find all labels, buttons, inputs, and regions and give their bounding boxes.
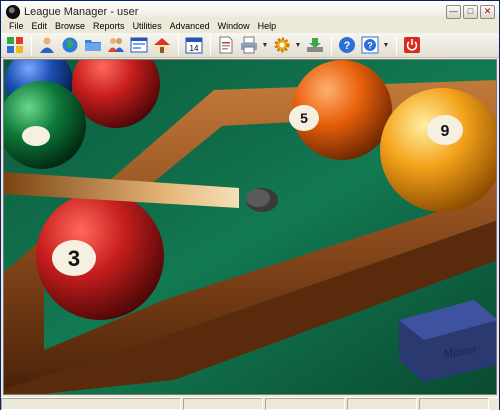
help-icon: ?: [339, 37, 355, 53]
gear-icon: [274, 37, 290, 53]
status-panel: [1, 398, 181, 410]
printer-dropdown-arrow[interactable]: ▼: [261, 34, 269, 56]
toolbar-download-button[interactable]: [304, 34, 326, 56]
toolbar-people-button[interactable]: [105, 34, 127, 56]
toolbar-home-button[interactable]: [151, 34, 173, 56]
gear-dropdown-arrow[interactable]: ▼: [294, 34, 302, 56]
status-panel: [347, 398, 417, 410]
toolbar-folder-button[interactable]: [82, 34, 104, 56]
toolbar-separator: [210, 35, 211, 55]
home-icon: [154, 38, 170, 53]
minimize-icon: —: [449, 6, 458, 16]
menu-edit[interactable]: Edit: [28, 21, 52, 31]
ball-number-5: 5: [300, 110, 308, 126]
toolbar-help-context-button[interactable]: ?: [359, 34, 381, 56]
report-icon: [219, 36, 233, 54]
status-panel: [183, 398, 263, 410]
svg-text:?: ?: [367, 41, 373, 51]
toolbar-report-button[interactable]: [215, 34, 237, 56]
person-icon: [40, 37, 54, 53]
menu-file[interactable]: File: [5, 21, 28, 31]
toolbar-separator: [178, 35, 179, 55]
window-controls: — □ ✕: [446, 4, 495, 19]
power-icon: [404, 37, 420, 53]
menu-advanced[interactable]: Advanced: [166, 21, 214, 31]
menu-browse[interactable]: Browse: [51, 21, 89, 31]
window-icon: [130, 37, 148, 53]
billiards-background-image: 5 9 3 Master: [4, 60, 496, 394]
toolbar-gear-button[interactable]: [271, 34, 293, 56]
toolbar-printer-button[interactable]: [238, 34, 260, 56]
toolbar: 14 ▼ ▼ ? ? ▼: [1, 33, 499, 58]
help-dropdown-arrow[interactable]: ▼: [382, 34, 390, 56]
status-bar: [1, 397, 499, 410]
app-logo-icon[interactable]: [6, 4, 20, 19]
close-icon: ✕: [483, 6, 492, 16]
toolbar-help-button[interactable]: ?: [336, 34, 358, 56]
toolbar-person-button[interactable]: [36, 34, 58, 56]
toolbar-puzzle-button[interactable]: [4, 34, 26, 56]
help-context-icon: ?: [361, 36, 379, 54]
svg-text:?: ?: [344, 40, 351, 52]
toolbar-separator: [331, 35, 332, 55]
workspace-background: 5 9 3 Master: [3, 59, 497, 395]
people-icon: [108, 38, 124, 52]
window-title: League Manager - user: [24, 5, 139, 18]
minimize-button[interactable]: —: [446, 4, 461, 19]
globe-icon: [62, 37, 78, 53]
download-icon: [307, 38, 323, 52]
ball-number-3: 3: [68, 246, 80, 271]
menu-window[interactable]: Window: [214, 21, 254, 31]
toolbar-separator: [396, 35, 397, 55]
toolbar-separator: [31, 35, 32, 55]
close-button[interactable]: ✕: [480, 4, 495, 19]
calendar-day: 14: [190, 44, 199, 53]
folder-icon: [85, 40, 101, 51]
maximize-button[interactable]: □: [463, 4, 478, 19]
status-panel: [419, 398, 489, 410]
status-panel: [265, 398, 345, 410]
menu-utilities[interactable]: Utilities: [129, 21, 166, 31]
toolbar-globe-button[interactable]: [59, 34, 81, 56]
menu-help[interactable]: Help: [254, 21, 281, 31]
menu-bar: File Edit Browse Reports Utilities Advan…: [1, 19, 499, 33]
toolbar-window-button[interactable]: [128, 34, 150, 56]
menu-reports[interactable]: Reports: [89, 21, 129, 31]
app-window: League Manager - user — □ ✕ File Edit Br…: [0, 0, 500, 410]
toolbar-calendar-button[interactable]: 14: [183, 34, 205, 56]
toolbar-exit-button[interactable]: [401, 34, 423, 56]
maximize-icon: □: [467, 6, 474, 16]
puzzle-icon: [7, 37, 23, 53]
ball-number-9: 9: [441, 123, 450, 140]
calendar-icon: 14: [185, 37, 203, 54]
printer-icon: [241, 36, 257, 54]
